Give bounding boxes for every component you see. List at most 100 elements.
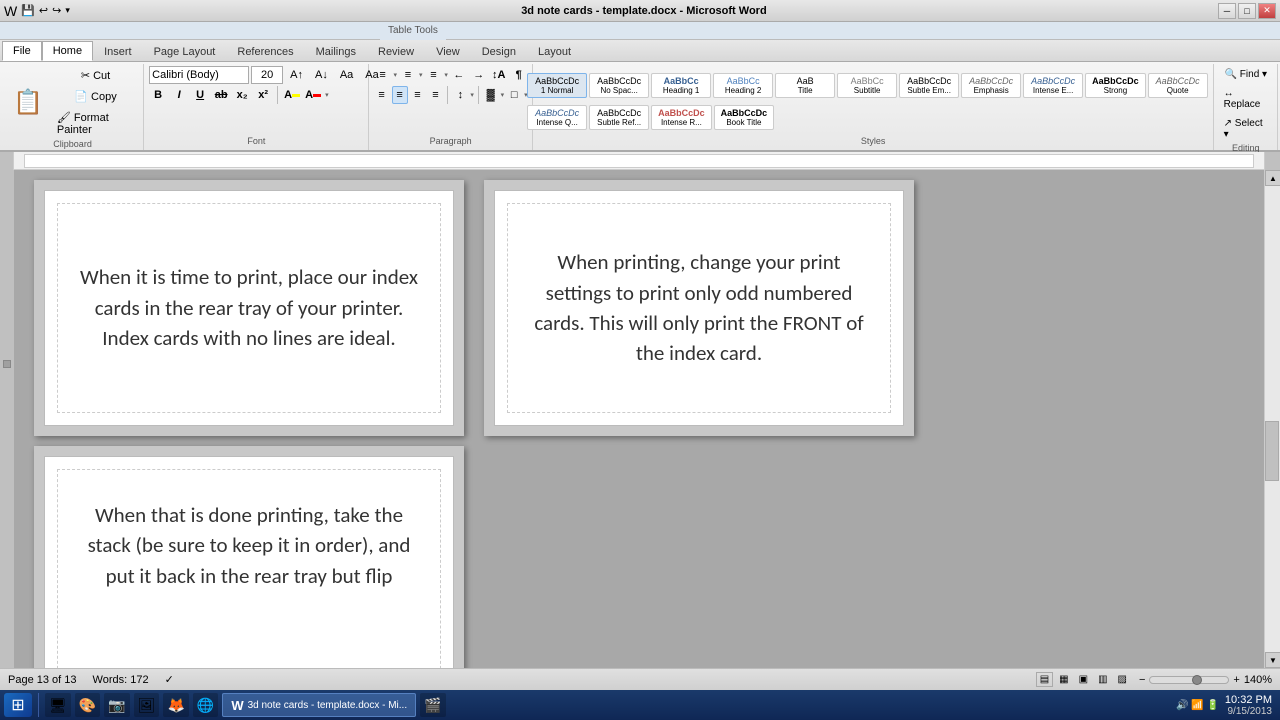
cut-button[interactable]: ✂ Cut	[52, 66, 139, 85]
shrink-font-button[interactable]: A↓	[310, 67, 333, 83]
taskbar-icon-lr[interactable]: 🎨	[75, 693, 100, 717]
align-center-button[interactable]: ≡	[392, 86, 408, 104]
taskbar-icon-vlc[interactable]: 🎬	[420, 693, 445, 717]
zoom-in-button[interactable]: +	[1233, 674, 1239, 686]
taskbar-icon-chrome[interactable]: 🌐	[193, 693, 218, 717]
scroll-up-button[interactable]: ▲	[1265, 170, 1280, 186]
style-h1[interactable]: AaBbCc Heading 1	[651, 73, 711, 98]
italic-button[interactable]: I	[170, 86, 188, 104]
find-button[interactable]: 🔍 Find ▾	[1219, 66, 1273, 83]
zoom-out-button[interactable]: −	[1139, 674, 1145, 686]
clear-format-button[interactable]: Aa	[335, 67, 358, 83]
tab-insert[interactable]: Insert	[93, 41, 143, 61]
line-spacing-button[interactable]: ↕	[452, 86, 468, 104]
font-name-input[interactable]	[149, 66, 249, 84]
taskbar-word-button[interactable]: W 3d note cards - template.docx - Mi...	[222, 693, 416, 717]
scroll-down-button[interactable]: ▼	[1265, 652, 1280, 668]
tab-review[interactable]: Review	[367, 41, 425, 61]
style-title[interactable]: AaB Title	[775, 73, 835, 98]
format-painter-button[interactable]: 🖌 Format Painter	[52, 108, 139, 139]
line-spacing-arrow[interactable]: ▾	[470, 91, 474, 99]
shading-arrow[interactable]: ▾	[501, 91, 505, 99]
superscript-button[interactable]: x²	[254, 86, 272, 104]
font-color-button[interactable]: A	[304, 86, 322, 104]
zoom-level[interactable]: 140%	[1244, 674, 1272, 686]
document-area[interactable]: When it is time to print, place our inde…	[14, 170, 1264, 668]
bold-button[interactable]: B	[149, 86, 167, 104]
grow-font-button[interactable]: A↑	[285, 67, 308, 83]
style-no-space[interactable]: AaBbCcDc No Spac...	[589, 73, 649, 98]
style-emphasis[interactable]: AaBbCcDc Emphasis	[961, 73, 1021, 98]
ruler-inner[interactable]	[24, 154, 1254, 168]
style-intense-e[interactable]: AaBbCcDc Intense E...	[1023, 73, 1083, 98]
align-left-button[interactable]: ≡	[374, 86, 390, 104]
bullets-arrow[interactable]: ▾	[394, 71, 398, 79]
ribbon-group-font: A↑ A↓ Aa Aa B I U ab x₂ x² A A	[145, 64, 368, 150]
style-intense-r[interactable]: AaBbCcDc Intense R...	[651, 105, 712, 130]
style-normal[interactable]: AaBbCcDc 1 Normal	[527, 73, 587, 98]
sort-button[interactable]: ↕A	[490, 66, 508, 84]
bullets-button[interactable]: ≡	[374, 66, 392, 84]
card-1-inner[interactable]: When it is time to print, place our inde…	[57, 203, 441, 413]
tab-mailings[interactable]: Mailings	[305, 41, 367, 61]
copy-button[interactable]: 📄 Copy	[52, 87, 139, 106]
tab-view[interactable]: View	[425, 41, 471, 61]
align-right-button[interactable]: ≡	[410, 86, 426, 104]
view-print-button[interactable]: ▤	[1036, 672, 1053, 687]
view-outline-button[interactable]: ▥	[1094, 672, 1111, 687]
decrease-indent-button[interactable]: ←	[450, 66, 468, 84]
style-h2[interactable]: AaBbCc Heading 2	[713, 73, 773, 98]
style-book-title[interactable]: AaBbCcDc Book Title	[714, 105, 775, 130]
card-3-inner[interactable]: When that is done printing, take the sta…	[57, 469, 441, 668]
font-size-input[interactable]	[251, 66, 283, 84]
vertical-scrollbar[interactable]: ▲ ▼	[1264, 170, 1280, 668]
view-draft-button[interactable]: ▨	[1114, 672, 1131, 687]
multilevel-arrow[interactable]: ▾	[444, 71, 448, 79]
minimize-button[interactable]: ─	[1218, 3, 1236, 19]
multilevel-button[interactable]: ≡	[424, 66, 442, 84]
taskbar-icon-ie[interactable]: 🖥	[45, 693, 71, 717]
select-button[interactable]: ↗ Select ▾	[1219, 115, 1273, 143]
font-color-arrow[interactable]: ▾	[325, 91, 329, 99]
numbering-button[interactable]: ≡	[399, 66, 417, 84]
quick-undo[interactable]: ↩	[39, 4, 48, 17]
maximize-button[interactable]: □	[1238, 3, 1256, 19]
style-quote[interactable]: AaBbCcDc Quote	[1148, 73, 1208, 98]
style-intense-q[interactable]: AaBbCcDc Intense Q...	[527, 105, 587, 130]
strikethrough-button[interactable]: ab	[212, 86, 230, 104]
increase-indent-button[interactable]: →	[470, 66, 488, 84]
quick-redo[interactable]: ↪	[52, 4, 61, 17]
replace-button[interactable]: ↔ Replace	[1219, 85, 1273, 113]
taskbar-icon-firefox[interactable]: 🦊	[163, 693, 188, 717]
style-subtle-ref[interactable]: AaBbCcDc Subtle Ref...	[589, 105, 649, 130]
text-highlight-button[interactable]: A	[283, 86, 301, 104]
tab-page-layout[interactable]: Page Layout	[143, 41, 227, 61]
view-fullscreen-button[interactable]: ▦	[1055, 672, 1072, 687]
close-button[interactable]: ✕	[1258, 3, 1276, 19]
paste-button[interactable]: 📋	[6, 85, 50, 120]
borders-button[interactable]: □	[506, 86, 522, 104]
justify-button[interactable]: ≡	[428, 86, 444, 104]
quick-save[interactable]: 💾	[21, 4, 35, 17]
card-2-inner[interactable]: When printing, change your print setting…	[507, 203, 891, 413]
tab-references[interactable]: References	[226, 41, 304, 61]
zoom-thumb[interactable]	[1192, 675, 1202, 685]
numbering-arrow[interactable]: ▾	[419, 71, 423, 79]
style-strong[interactable]: AaBbCcDc Strong	[1085, 73, 1146, 98]
tab-home[interactable]: Home	[42, 41, 93, 61]
card-1-text: When it is time to print, place our inde…	[74, 262, 424, 353]
zoom-slider[interactable]	[1149, 676, 1229, 684]
underline-button[interactable]: U	[191, 86, 209, 104]
taskbar-icon-bridge[interactable]: 🖼	[134, 693, 160, 717]
tab-file[interactable]: File	[2, 41, 42, 61]
tab-design[interactable]: Design	[471, 41, 527, 61]
taskbar-icon-ps[interactable]: 📷	[104, 693, 129, 717]
tab-layout[interactable]: Layout	[527, 41, 582, 61]
shading-button[interactable]: ▓	[483, 86, 499, 104]
start-button[interactable]: ⊞	[4, 693, 32, 717]
view-web-button[interactable]: ▣	[1075, 672, 1092, 687]
subscript-button[interactable]: x₂	[233, 86, 251, 104]
style-subtle-em[interactable]: AaBbCcDc Subtle Em...	[899, 73, 959, 98]
style-subtitle[interactable]: AaBbCc Subtitle	[837, 73, 897, 98]
scroll-thumb[interactable]	[1265, 421, 1279, 481]
